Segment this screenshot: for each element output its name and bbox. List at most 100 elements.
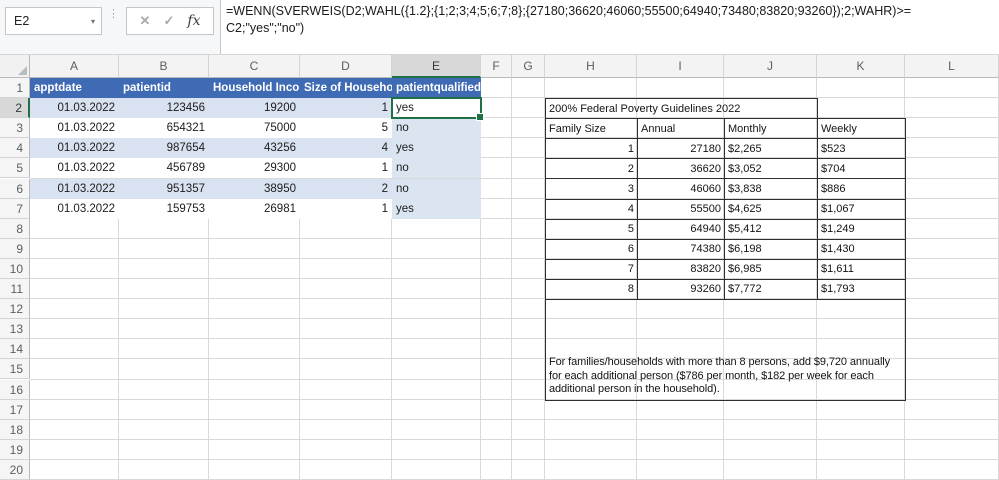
row-header-13[interactable]: 13 (0, 319, 30, 340)
column-header-F[interactable]: F (481, 55, 512, 78)
cell-D2[interactable]: 1 (300, 98, 392, 119)
column-header-D[interactable]: D (300, 55, 392, 78)
cell-H3[interactable]: Family Size (545, 118, 638, 140)
cell-E5[interactable]: no (392, 158, 481, 179)
cell-E4[interactable]: yes (392, 138, 481, 159)
cell-I6[interactable]: 46060 (637, 178, 725, 200)
cell-B4[interactable]: 987654 (119, 138, 209, 159)
selected-cell-outline[interactable] (391, 97, 484, 122)
cell-J8[interactable]: $5,412 (724, 218, 818, 240)
row-header-5[interactable]: 5 (0, 158, 30, 179)
cell-K5[interactable]: $704 (817, 158, 906, 180)
cell-H11[interactable]: 8 (545, 278, 638, 301)
cell-A3[interactable]: 01.03.2022 (30, 118, 119, 139)
row-header-17[interactable]: 17 (0, 399, 30, 420)
cancel-icon[interactable]: ✕ (140, 13, 151, 29)
cell-I11[interactable]: 93260 (637, 278, 725, 301)
cell-J3[interactable]: Monthly (724, 118, 818, 140)
select-all-corner[interactable] (0, 55, 30, 78)
enter-icon[interactable]: ✓ (163, 13, 174, 29)
formula-input[interactable]: =WENN(SVERWEIS(D2;WAHL({1.2};{1;2;3;4;5;… (220, 0, 999, 54)
fill-handle[interactable] (476, 113, 484, 122)
cell-J4[interactable]: $2,265 (724, 138, 818, 160)
cell-A2[interactable]: 01.03.2022 (30, 98, 119, 119)
row-header-1[interactable]: 1 (0, 78, 30, 99)
column-header-L[interactable]: L (905, 55, 999, 78)
cell-I4[interactable]: 27180 (637, 138, 725, 160)
cell-A7[interactable]: 01.03.2022 (30, 198, 119, 219)
column-header-B[interactable]: B (119, 55, 209, 78)
cell-K6[interactable]: $886 (817, 178, 906, 200)
row-header-12[interactable]: 12 (0, 299, 30, 320)
row-header-20[interactable]: 20 (0, 459, 30, 480)
cell-A6[interactable]: 01.03.2022 (30, 178, 119, 199)
cell-B2[interactable]: 123456 (119, 98, 209, 119)
cell-H7[interactable]: 4 (545, 198, 638, 220)
cell-C7[interactable]: 26981 (209, 198, 300, 219)
cell-J5[interactable]: $3,052 (724, 158, 818, 180)
cell-H5[interactable]: 2 (545, 158, 638, 180)
row-header-18[interactable]: 18 (0, 419, 30, 440)
insert-function-icon[interactable]: fx (187, 13, 200, 29)
cell-D5[interactable]: 1 (300, 158, 392, 179)
cell-H10[interactable]: 7 (545, 258, 638, 280)
column-header-J[interactable]: J (724, 55, 817, 78)
cell-C1[interactable]: Household Incom (209, 78, 300, 99)
cell-I7[interactable]: 55500 (637, 198, 725, 220)
cell-I9[interactable]: 74380 (637, 238, 725, 260)
cell-K7[interactable]: $1,067 (817, 198, 906, 220)
cell-B5[interactable]: 456789 (119, 158, 209, 179)
cell-E3[interactable]: no (392, 118, 481, 139)
cell-H12-note[interactable]: For families/households with more than 8… (545, 299, 906, 401)
row-header-19[interactable]: 19 (0, 439, 30, 460)
row-header-3[interactable]: 3 (0, 118, 30, 139)
cell-K11[interactable]: $1,793 (817, 278, 906, 301)
cell-C5[interactable]: 29300 (209, 158, 300, 179)
cell-E6[interactable]: no (392, 178, 481, 199)
cell-A5[interactable]: 01.03.2022 (30, 158, 119, 179)
row-header-7[interactable]: 7 (0, 198, 30, 219)
cell-J9[interactable]: $6,198 (724, 238, 818, 260)
cell-J10[interactable]: $6,985 (724, 258, 818, 280)
row-header-14[interactable]: 14 (0, 339, 30, 360)
row-header-11[interactable]: 11 (0, 279, 30, 300)
row-header-8[interactable]: 8 (0, 218, 30, 239)
cell-C2[interactable]: 19200 (209, 98, 300, 119)
cell-D3[interactable]: 5 (300, 118, 392, 139)
cell-D7[interactable]: 1 (300, 198, 392, 219)
column-header-H[interactable]: H (545, 55, 637, 78)
chevron-down-icon[interactable]: ▾ (85, 17, 101, 26)
row-header-15[interactable]: 15 (0, 359, 30, 380)
cell-I10[interactable]: 83820 (637, 258, 725, 280)
cell-H4[interactable]: 1 (545, 138, 638, 160)
cell-C3[interactable]: 75000 (209, 118, 300, 139)
cell-K4[interactable]: $523 (817, 138, 906, 160)
cell-B6[interactable]: 951357 (119, 178, 209, 199)
name-box[interactable]: E2 ▾ (5, 7, 102, 35)
row-header-2[interactable]: 2 (0, 98, 30, 119)
row-header-16[interactable]: 16 (0, 379, 30, 400)
row-header-4[interactable]: 4 (0, 138, 30, 159)
cell-C4[interactable]: 43256 (209, 138, 300, 159)
cell-B3[interactable]: 654321 (119, 118, 209, 139)
cell-B7[interactable]: 159753 (119, 198, 209, 219)
cell-C6[interactable]: 38950 (209, 178, 300, 199)
cell-E1[interactable]: patientqualified (392, 78, 481, 99)
column-header-E[interactable]: E (392, 55, 481, 78)
cell-E7[interactable]: yes (392, 198, 481, 219)
cell-I3[interactable]: Annual (637, 118, 725, 140)
column-header-G[interactable]: G (512, 55, 545, 78)
cell-H6[interactable]: 3 (545, 178, 638, 200)
cell-K2[interactable] (818, 99, 906, 119)
column-header-A[interactable]: A (30, 55, 119, 78)
cell-J6[interactable]: $3,838 (724, 178, 818, 200)
cell-J7[interactable]: $4,625 (724, 198, 818, 220)
cell-A1[interactable]: apptdate (30, 78, 119, 99)
row-header-9[interactable]: 9 (0, 238, 30, 259)
column-header-K[interactable]: K (817, 55, 905, 78)
cell-J11[interactable]: $7,772 (724, 278, 818, 301)
cell-K9[interactable]: $1,430 (817, 238, 906, 260)
cell-K10[interactable]: $1,611 (817, 258, 906, 280)
cell-H2[interactable]: 200% Federal Poverty Guidelines 2022 (545, 98, 818, 120)
cell-I8[interactable]: 64940 (637, 218, 725, 240)
